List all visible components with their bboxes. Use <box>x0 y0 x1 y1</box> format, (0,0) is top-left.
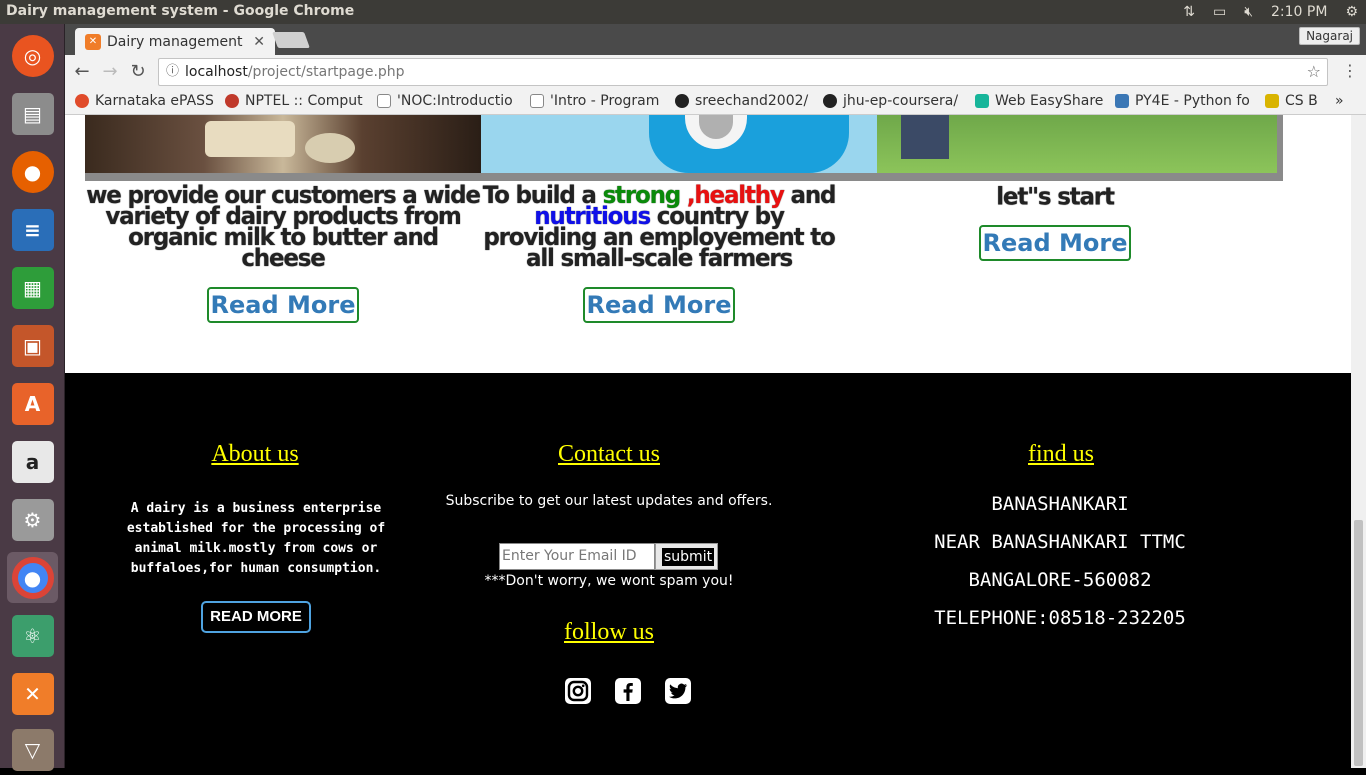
find-us-heading[interactable]: find us <box>961 441 1161 468</box>
back-arrow-icon[interactable]: ← <box>71 61 93 83</box>
bookmark-item[interactable]: NPTEL :: Comput <box>225 93 365 109</box>
card-1-text: we provide our customers a wide variety … <box>86 181 481 273</box>
bookmark-item[interactable]: 'NOC:Introductio <box>377 93 522 109</box>
bookmark-item[interactable]: sreechand2002/ <box>675 93 815 109</box>
facebook-icon[interactable] <box>615 678 641 704</box>
address-line-1: BANASHANKARI <box>991 493 1129 515</box>
navigation-bar: ← → ↻ ⓘ localhost/project/startpage.php … <box>65 55 1366 89</box>
about-us-heading[interactable]: About us <box>155 441 355 468</box>
files-icon[interactable]: ▤ <box>7 88 58 139</box>
bookmarks-overflow-icon[interactable]: » <box>1335 93 1355 109</box>
reload-icon[interactable]: ↻ <box>127 61 149 83</box>
network-icon[interactable]: ⇅ <box>1183 4 1195 20</box>
ubuntu-dash-icon[interactable]: ◎ <box>7 30 58 81</box>
info-icon[interactable]: ⓘ <box>166 59 179 85</box>
xampp-icon[interactable]: ✕ <box>7 668 58 719</box>
submit-button[interactable]: submit <box>655 543 718 570</box>
twitter-icon[interactable] <box>665 678 691 704</box>
address-line-3: BANGALORE-560082 <box>968 569 1152 591</box>
os-top-bar: Dairy management system - Google Chrome … <box>0 0 1366 24</box>
nutrition-image <box>481 115 877 173</box>
farm-field-image <box>877 115 1277 173</box>
atom-icon[interactable]: ⚛ <box>7 610 58 661</box>
trash-icon[interactable]: ▽ <box>7 724 58 775</box>
page-icon <box>530 94 544 108</box>
bookmark-favicon-icon <box>1265 94 1279 108</box>
card-3: let"s start Read More <box>877 183 1233 261</box>
bookmark-star-icon[interactable]: ☆ <box>1307 59 1321 85</box>
bookmark-favicon-icon <box>225 94 239 108</box>
bookmark-favicon-icon <box>75 94 89 108</box>
contact-us-heading[interactable]: Contact us <box>509 441 709 468</box>
dairy-products-image <box>85 115 481 173</box>
tab-title: Dairy management <box>107 33 243 50</box>
subscribe-text: Subscribe to get our latest updates and … <box>445 493 773 509</box>
bookmark-item[interactable]: Karnataka ePASS <box>75 93 215 109</box>
browser-chrome: ✕ Dairy management ✕ Nagaraj ← → ↻ ⓘ loc… <box>65 24 1366 115</box>
url-host: localhost <box>185 64 248 80</box>
bookmark-item[interactable]: 'Intro - Program <box>530 93 663 109</box>
writer-icon[interactable]: ≡ <box>7 204 58 255</box>
card-3-read-more-button[interactable]: Read More <box>978 225 1132 261</box>
bookmark-item[interactable]: jhu-ep-coursera/ <box>823 93 963 109</box>
clock[interactable]: 2:10 PM <box>1271 4 1327 20</box>
chrome-menu-icon[interactable]: ⋮ <box>1342 61 1358 80</box>
tab-close-icon[interactable]: ✕ <box>253 34 265 50</box>
github-icon <box>675 94 689 108</box>
address-line-2: NEAR BANASHANKARI TTMC <box>934 531 1186 553</box>
bookmark-item[interactable]: PY4E - Python fo <box>1115 93 1253 109</box>
forward-arrow-icon[interactable]: → <box>99 61 121 83</box>
bookmark-item[interactable]: CS B <box>1265 93 1325 109</box>
address-bar[interactable]: ⓘ localhost/project/startpage.php ☆ <box>158 58 1328 86</box>
features-section: we provide our customers a wide variety … <box>65 115 1351 373</box>
bookmark-favicon-icon <box>975 94 989 108</box>
site-footer: About us A dairy is a business enterpris… <box>65 373 1351 768</box>
bookmarks-bar: Karnataka ePASS NPTEL :: Comput 'NOC:Int… <box>65 89 1366 115</box>
system-settings-icon[interactable]: ⚙ <box>7 494 58 545</box>
page-icon <box>377 94 391 108</box>
chrome-icon[interactable]: ● <box>7 552 58 603</box>
browser-tab[interactable]: ✕ Dairy management ✕ <box>75 28 275 55</box>
card-2: To build a strong ,healthy and nutritiou… <box>481 181 837 323</box>
volume-icon[interactable]: 🔇︎ <box>1244 4 1253 20</box>
calc-icon[interactable]: ▦ <box>7 262 58 313</box>
software-center-icon[interactable]: A <box>7 378 58 429</box>
card-1: we provide our customers a wide variety … <box>85 181 481 323</box>
new-tab-button[interactable] <box>272 32 310 48</box>
card-2-text: To build a strong ,healthy and nutritiou… <box>482 181 837 273</box>
card-2-read-more-button[interactable]: Read More <box>582 287 736 323</box>
scrollbar-thumb[interactable] <box>1354 520 1363 766</box>
amazon-icon[interactable]: a <box>7 436 58 487</box>
submit-label: submit <box>662 548 715 566</box>
email-input[interactable]: Enter Your Email ID <box>499 543 655 570</box>
spam-note: ***Don't worry, we wont spam you! <box>484 573 734 589</box>
profile-button[interactable]: Nagaraj <box>1299 27 1360 45</box>
follow-us-heading[interactable]: follow us <box>509 619 709 646</box>
card-3-text: let"s start <box>996 183 1115 211</box>
telephone: TELEPHONE:08518-232205 <box>934 607 1186 629</box>
python-icon <box>1115 94 1129 108</box>
page-scrollbar[interactable] <box>1351 115 1366 768</box>
system-tray: ⇅ ▭ 🔇︎ 2:10 PM ⚙ <box>1183 0 1366 24</box>
impress-icon[interactable]: ▣ <box>7 320 58 371</box>
card-1-read-more-button[interactable]: Read More <box>206 287 360 323</box>
about-read-more-button[interactable]: READ MORE <box>201 601 311 633</box>
web-page: we provide our customers a wide variety … <box>65 115 1351 768</box>
window-title: Dairy management system - Google Chrome <box>6 3 355 19</box>
url-path: /project/startpage.php <box>247 64 405 80</box>
xampp-favicon-icon: ✕ <box>85 33 101 50</box>
tab-strip: ✕ Dairy management ✕ Nagaraj <box>65 24 1366 55</box>
battery-icon[interactable]: ▭ <box>1213 4 1226 20</box>
firefox-icon[interactable]: ● <box>7 146 58 197</box>
settings-gear-icon[interactable]: ⚙ <box>1345 4 1358 20</box>
about-us-text: A dairy is a business enterprise establi… <box>126 501 386 576</box>
app-launcher: ◎ ▤ ● ≡ ▦ ▣ A a ⚙ ● ⚛ ✕ ▽ <box>0 24 65 771</box>
bookmark-item[interactable]: Web EasyShare <box>975 93 1110 109</box>
github-icon <box>823 94 837 108</box>
instagram-icon[interactable] <box>565 678 591 704</box>
